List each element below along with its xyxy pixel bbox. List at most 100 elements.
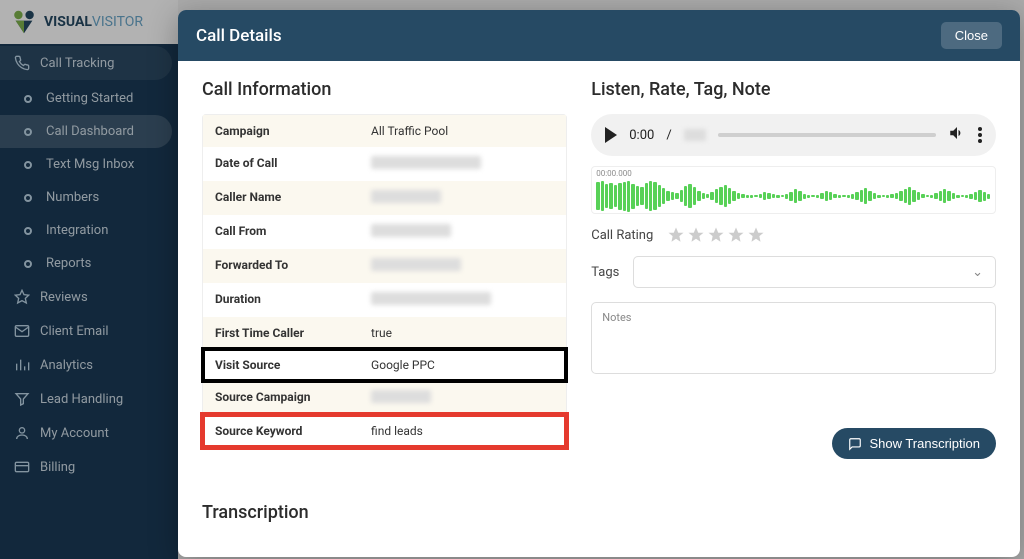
sidebar-item-text-msg-inbox[interactable]: Text Msg Inbox (0, 148, 178, 181)
info-label: Visit Source (215, 358, 371, 372)
sidebar-item-label: Getting Started (46, 91, 133, 106)
play-icon[interactable] (605, 127, 617, 143)
call-info-table: CampaignAll Traffic PoolDate of CallCall… (202, 114, 567, 448)
info-label: Campaign (215, 124, 371, 138)
brand-logo[interactable]: VISUALVISITOR (0, 0, 178, 44)
info-value (371, 224, 554, 240)
info-row: Visit SourceGoogle PPC (203, 349, 566, 381)
close-button[interactable]: Close (941, 22, 1002, 49)
star-icon[interactable] (727, 226, 745, 244)
redacted-value (371, 224, 451, 237)
notes-textarea[interactable]: Notes (591, 302, 996, 374)
my-account-icon (14, 425, 30, 441)
rating-stars[interactable] (667, 226, 765, 244)
sidebar-item-getting-started[interactable]: Getting Started (0, 82, 178, 115)
chat-icon (848, 437, 862, 451)
sidebar-item-client-email[interactable]: Client Email (0, 314, 178, 348)
bullet-icon (24, 194, 32, 202)
analytics-icon (14, 357, 30, 373)
info-row: Call From (203, 215, 566, 249)
info-label: Duration (215, 292, 371, 308)
sidebar-item-my-account[interactable]: My Account (0, 416, 178, 450)
audio-menu-icon[interactable] (978, 127, 982, 143)
sidebar-item-billing[interactable]: Billing (0, 450, 178, 484)
call-rating-label: Call Rating (591, 228, 653, 243)
info-value (371, 190, 554, 206)
sidebar-item-label: Text Msg Inbox (46, 157, 134, 172)
info-row: Forwarded To (203, 249, 566, 283)
info-label: Caller Name (215, 190, 371, 206)
info-row: Date of Call (203, 147, 566, 181)
info-row: Source Campaign (203, 381, 566, 415)
tags-dropdown[interactable]: ⌄ (633, 256, 996, 288)
info-row: Duration (203, 283, 566, 317)
redacted-value (371, 390, 431, 403)
billing-icon (14, 459, 30, 475)
info-value (371, 390, 554, 406)
sidebar-item-label: My Account (40, 426, 109, 441)
transcription-heading: Transcription (202, 502, 309, 523)
call-information-heading: Call Information (202, 79, 567, 100)
info-value: All Traffic Pool (371, 124, 554, 138)
sidebar-item-numbers[interactable]: Numbers (0, 181, 178, 214)
info-row: Caller Name (203, 181, 566, 215)
info-row: First Time Callertrue (203, 317, 566, 349)
sidebar-item-label: Call Dashboard (46, 124, 134, 139)
audio-separator: / (666, 128, 671, 143)
sidebar-item-lead-handling[interactable]: Lead Handling (0, 382, 178, 416)
sidebar-item-label: Reviews (40, 290, 88, 305)
bullet-icon (24, 227, 32, 235)
sidebar-item-call-dashboard[interactable]: Call Dashboard (0, 115, 172, 148)
redacted-value (371, 190, 441, 203)
call-details-modal: Call Details Close Call Information Camp… (178, 10, 1020, 557)
sidebar-item-label: Integration (46, 223, 108, 238)
bullet-icon (24, 161, 32, 169)
audio-waveform[interactable]: 00:00.000 (591, 166, 996, 214)
sidebar-item-analytics[interactable]: Analytics (0, 348, 178, 382)
audio-player[interactable]: 0:00 / (591, 114, 996, 156)
listen-rate-heading: Listen, Rate, Tag, Note (591, 79, 996, 100)
info-label: Forwarded To (215, 258, 371, 274)
info-value: Google PPC (371, 358, 554, 372)
client-email-icon (14, 323, 30, 339)
chevron-down-icon: ⌄ (972, 265, 983, 280)
info-value: true (371, 326, 554, 340)
star-icon[interactable] (747, 226, 765, 244)
sidebar-item-call-tracking[interactable]: Call Tracking (0, 46, 172, 80)
info-value (371, 156, 554, 172)
sidebar-item-label: Reports (46, 256, 91, 271)
modal-title: Call Details (196, 26, 282, 46)
audio-duration-redacted (684, 129, 706, 141)
show-transcription-label: Show Transcription (869, 436, 980, 451)
info-value (371, 258, 554, 274)
lead-handling-icon (14, 391, 30, 407)
info-row: CampaignAll Traffic Pool (203, 115, 566, 147)
star-icon[interactable] (667, 226, 685, 244)
sidebar-item-label: Numbers (46, 190, 99, 205)
brand-secondary: VISITOR (92, 14, 143, 30)
tags-label: Tags (591, 265, 619, 280)
volume-icon[interactable] (948, 124, 966, 146)
redacted-value (371, 292, 491, 305)
star-icon[interactable] (707, 226, 725, 244)
bullet-icon (24, 95, 32, 103)
info-value (371, 292, 554, 308)
info-label: First Time Caller (215, 326, 371, 340)
sidebar-label: Call Tracking (40, 56, 114, 71)
sidebar-item-reports[interactable]: Reports (0, 247, 178, 280)
info-label: Source Campaign (215, 390, 371, 406)
bullet-icon (24, 260, 32, 268)
show-transcription-button[interactable]: Show Transcription (832, 428, 996, 459)
info-label: Call From (215, 224, 371, 240)
info-value: find leads (371, 424, 554, 438)
sidebar-item-reviews[interactable]: Reviews (0, 280, 178, 314)
redacted-value (371, 258, 461, 271)
reviews-icon (14, 289, 30, 305)
star-icon[interactable] (687, 226, 705, 244)
sidebar-item-label: Lead Handling (40, 392, 123, 407)
sidebar-item-integration[interactable]: Integration (0, 214, 178, 247)
waveform-timecode: 00:00.000 (596, 169, 991, 178)
redacted-value (371, 156, 481, 169)
audio-seek-bar[interactable] (718, 133, 936, 137)
modal-header: Call Details Close (178, 10, 1020, 61)
